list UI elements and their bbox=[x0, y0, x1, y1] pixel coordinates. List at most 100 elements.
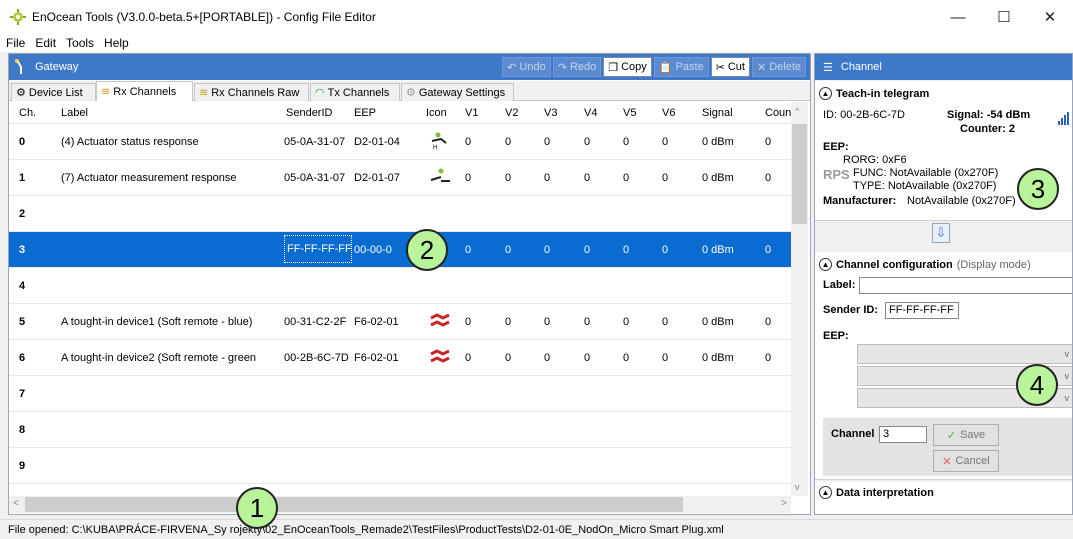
cell-v5: 0 bbox=[623, 136, 630, 148]
menu-file[interactable]: File bbox=[6, 36, 25, 50]
cell-label: (7) Actuator measurement response bbox=[61, 172, 237, 184]
signal-strength-icon bbox=[1058, 109, 1072, 125]
col-count[interactable]: Coun bbox=[765, 107, 791, 119]
tx-channels-icon: ◠ bbox=[315, 87, 325, 99]
tab-device-list[interactable]: ⚙ Device List bbox=[11, 83, 96, 101]
cell-ch: 1 bbox=[19, 172, 26, 184]
table-row[interactable]: 9 bbox=[9, 448, 791, 484]
table-row[interactable]: 5 A tought-in device1 (Soft remote - blue… bbox=[9, 304, 791, 340]
vertical-scroll-thumb[interactable] bbox=[792, 124, 807, 224]
table-row[interactable]: 3 FF-FF-FF-FF 00-00-0 0 0 0 0 0 0 0 dBm 0 bbox=[9, 232, 791, 268]
tab-rx-channels-raw[interactable]: ≋ Rx Channels Raw bbox=[194, 83, 309, 101]
table-row[interactable]: 2 bbox=[9, 196, 791, 232]
data-interpretation-heading[interactable]: ▲ Data interpretation bbox=[819, 486, 934, 499]
rps-badge: RPS bbox=[823, 167, 850, 182]
table-row[interactable]: 0 (4) Actuator status response 05-0A-31-07… bbox=[9, 124, 791, 160]
grid-horizontal-scrollbar[interactable]: < > bbox=[9, 496, 791, 513]
col-signal[interactable]: Signal bbox=[702, 107, 733, 119]
scroll-down-icon[interactable]: v bbox=[795, 482, 800, 492]
copy-down-button[interactable]: ⇩ bbox=[932, 223, 950, 243]
scissors-icon: ✂ bbox=[715, 61, 725, 74]
menu-tools[interactable]: Tools bbox=[66, 36, 94, 50]
rocker-switch-icon bbox=[429, 348, 451, 367]
cell-ch: 0 bbox=[19, 136, 26, 148]
tab-tx-channels[interactable]: ◠ Tx Channels bbox=[310, 83, 400, 101]
cell-v3: 0 bbox=[544, 244, 551, 256]
col-v3[interactable]: V3 bbox=[544, 107, 557, 119]
col-senderid[interactable]: SenderID bbox=[286, 107, 332, 119]
table-row[interactable]: 10 bbox=[9, 484, 791, 496]
undo-button[interactable]: ↶ Undo bbox=[502, 57, 551, 77]
label-input[interactable] bbox=[859, 277, 1072, 294]
table-row[interactable]: 8 bbox=[9, 412, 791, 448]
cell-v6: 0 bbox=[662, 352, 669, 364]
delete-label: Delete bbox=[769, 61, 801, 73]
col-eep[interactable]: EEP bbox=[354, 107, 376, 119]
scroll-up-icon[interactable]: ^ bbox=[795, 106, 799, 116]
cell-v5: 0 bbox=[623, 244, 630, 256]
cell-signal: 0 dBm bbox=[702, 352, 734, 364]
table-row[interactable]: 6 A tought-in device2 (Soft remote - gree… bbox=[9, 340, 791, 376]
save-button[interactable]: ✓ Save bbox=[933, 424, 999, 446]
cell-v1: 0 bbox=[465, 316, 472, 328]
label-field-label: Label: bbox=[823, 279, 856, 291]
delete-button[interactable]: ✕ Delete bbox=[751, 57, 806, 77]
table-row[interactable]: 4 bbox=[9, 268, 791, 304]
table-row[interactable]: 7 bbox=[9, 376, 791, 412]
minimize-button[interactable]: — bbox=[935, 0, 981, 34]
channel-config-heading[interactable]: ▲ Channel configuration (Display mode) bbox=[819, 258, 1031, 271]
cut-label: Cut bbox=[727, 61, 745, 73]
cell-v3: 0 bbox=[544, 316, 551, 328]
rx-channels-grid: Ch. Label SenderID EEP Icon V1 V2 V3 V4 … bbox=[9, 102, 791, 496]
collapse-icon: ▲ bbox=[819, 87, 832, 100]
actuator-h-icon: H bbox=[429, 132, 449, 153]
paste-button[interactable]: 📋 Paste bbox=[653, 57, 709, 77]
channel-number-input[interactable]: 3 bbox=[879, 426, 927, 443]
col-v4[interactable]: V4 bbox=[584, 107, 597, 119]
menu-edit[interactable]: Edit bbox=[35, 36, 56, 50]
grid-vertical-scrollbar[interactable]: ^ v bbox=[791, 102, 808, 496]
cell-ch: 8 bbox=[19, 424, 26, 436]
cancel-button[interactable]: ✕ Cancel bbox=[933, 450, 999, 472]
cell-v1: 0 bbox=[465, 136, 472, 148]
table-row[interactable]: 1 (7) Actuator measurement response 05-0A-… bbox=[9, 160, 791, 196]
cut-button[interactable]: ✂ Cut bbox=[710, 57, 750, 77]
menu-help[interactable]: Help bbox=[104, 36, 129, 50]
tab-gateway-settings[interactable]: ⚙ Gateway Settings bbox=[401, 83, 514, 101]
teach-in-heading[interactable]: ▲ Teach-in telegram bbox=[819, 87, 929, 100]
app-window: EnOcean Tools (V3.0.0-beta.5+[PORTABLE])… bbox=[0, 0, 1073, 539]
redo-button[interactable]: ↷ Redo bbox=[552, 57, 602, 77]
cell-senderid: 00-31-C2-2F bbox=[284, 316, 347, 328]
scroll-right-icon[interactable]: > bbox=[781, 498, 787, 509]
sender-id-input[interactable]: FF-FF-FF-FF bbox=[885, 302, 959, 319]
close-button[interactable]: ✕ bbox=[1027, 0, 1073, 34]
col-v1[interactable]: V1 bbox=[465, 107, 478, 119]
cell-v6: 0 bbox=[662, 136, 669, 148]
gateway-title: Gateway bbox=[35, 61, 79, 73]
scroll-left-icon[interactable]: < bbox=[13, 498, 19, 509]
col-label[interactable]: Label bbox=[61, 107, 88, 119]
teach-in-signal: Signal: -54 dBm bbox=[947, 109, 1031, 121]
eep-rorg-select[interactable]: v bbox=[857, 344, 1072, 364]
tab-device-list-label: Device List bbox=[28, 86, 83, 99]
col-v5[interactable]: V5 bbox=[623, 107, 636, 119]
copy-button[interactable]: ❐ Copy bbox=[603, 57, 652, 77]
grid-header: Ch. Label SenderID EEP Icon V1 V2 V3 V4 … bbox=[9, 102, 791, 124]
channel-number-label: Channel bbox=[831, 428, 875, 440]
cell-v6: 0 bbox=[662, 172, 669, 184]
teach-in-func: FUNC: NotAvailable (0x270F) bbox=[853, 167, 999, 179]
channel-panel: ☰ Channel ▲ Teach-in telegram ID: 00-2B-6… bbox=[814, 53, 1073, 515]
horizontal-scroll-thumb[interactable] bbox=[25, 497, 683, 512]
col-ch[interactable]: Ch. bbox=[19, 107, 36, 119]
redo-icon: ↷ bbox=[557, 61, 567, 74]
title-bar: EnOcean Tools (V3.0.0-beta.5+[PORTABLE])… bbox=[0, 0, 1073, 34]
tab-rx-channels-raw-label: Rx Channels Raw bbox=[211, 86, 300, 99]
col-icon[interactable]: Icon bbox=[426, 107, 447, 119]
maximize-button[interactable]: ☐ bbox=[981, 0, 1027, 34]
gateway-header: Gateway ↶ Undo ↷ Redo ❐ Copy 📋 Paste ✂ Cut ✕ D… bbox=[9, 54, 810, 80]
tab-rx-channels[interactable]: ≋ Rx Channels bbox=[96, 81, 193, 101]
col-v2[interactable]: V2 bbox=[505, 107, 518, 119]
col-v6[interactable]: V6 bbox=[662, 107, 675, 119]
channel-header: ☰ Channel bbox=[815, 54, 1072, 80]
cell-v1: 0 bbox=[465, 172, 472, 184]
